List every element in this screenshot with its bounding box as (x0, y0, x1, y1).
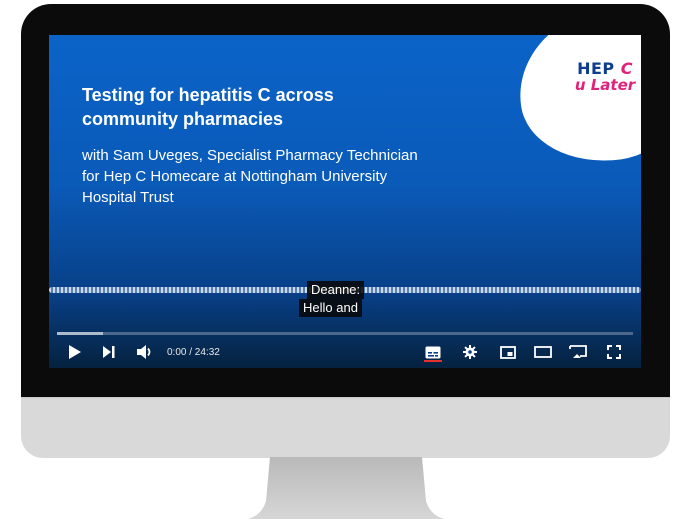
fullscreen-button[interactable] (605, 342, 623, 362)
slide-subtitle: with Sam Uveges, Specialist Pharmacy Tec… (82, 147, 418, 206)
next-icon (103, 346, 115, 358)
fullscreen-icon (607, 345, 621, 359)
cast-button[interactable] (568, 342, 588, 362)
progress-played (57, 332, 104, 335)
logo-background (509, 35, 641, 173)
video-player[interactable]: HEP C u Later Testing for hepatitis C ac… (49, 35, 641, 368)
theater-mode-icon (534, 346, 552, 358)
time-display: 0:00 / 24:32 (167, 347, 220, 358)
theater-mode-button[interactable] (533, 342, 553, 362)
settings-button[interactable] (461, 342, 479, 362)
next-button[interactable] (100, 342, 118, 362)
subtitles-button[interactable] (424, 342, 442, 362)
subtitles-active-indicator (424, 360, 442, 362)
slide-title: Testing for hepatitis C across community… (82, 85, 334, 129)
play-icon (69, 345, 81, 359)
player-controls: 0:00 / 24:32 (49, 338, 641, 368)
volume-icon (137, 345, 151, 359)
miniplayer-icon (500, 345, 516, 359)
monitor-chin (21, 397, 670, 458)
subtitles-icon (425, 346, 441, 358)
monitor-stand (248, 457, 444, 519)
caption-line-2: Hello and (299, 299, 362, 317)
cast-icon (569, 345, 587, 358)
closed-caption: Deanne: Hello and (299, 281, 365, 317)
settings-icon (463, 345, 477, 359)
miniplayer-button[interactable] (499, 342, 517, 362)
hep-c-u-later-logo: HEP C u Later (574, 59, 636, 94)
play-button[interactable] (66, 342, 84, 362)
caption-line-1: Deanne: (307, 281, 365, 299)
volume-button[interactable] (135, 342, 155, 362)
progress-bar[interactable] (57, 332, 633, 335)
